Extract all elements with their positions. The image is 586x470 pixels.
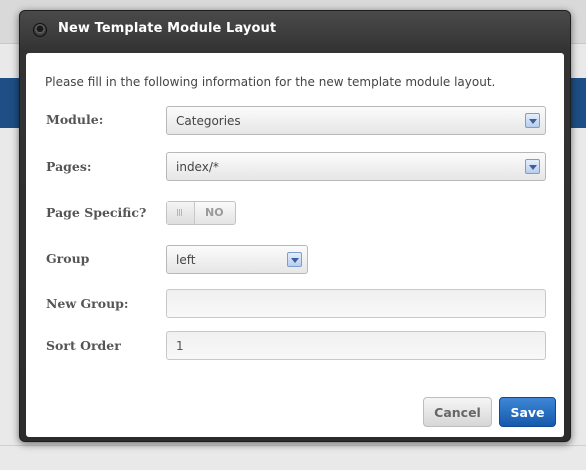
chevron-down-icon[interactable] [525,113,540,128]
intro-text: Please fill in the following information… [45,75,496,89]
module-select-value: Categories [176,114,241,128]
pages-select[interactable]: index/* [166,152,546,181]
pages-select-value: index/* [176,160,219,174]
modal-dialog: New Template Module Layout Please fill i… [19,10,571,442]
module-label: Module: [46,112,104,127]
page-specific-toggle[interactable]: NO [166,201,236,225]
background-divider [0,445,586,446]
modal-body: Please fill in the following information… [26,53,564,437]
toggle-state-text: NO [205,206,224,219]
sort-order-input[interactable]: 1 [166,331,546,360]
new-group-label: New Group: [46,296,129,311]
module-select[interactable]: Categories [166,106,546,135]
toggle-grip-icon[interactable] [167,202,195,224]
chevron-down-icon[interactable] [525,159,540,174]
modal-header[interactable]: New Template Module Layout [20,11,570,49]
group-label: Group [46,251,90,266]
save-button[interactable]: Save [499,397,556,427]
group-select-value: left [176,253,196,267]
new-group-input[interactable] [166,289,546,318]
page-specific-label: Page Specific? [46,205,147,220]
pages-label: Pages: [46,159,92,174]
sort-order-label: Sort Order [46,338,121,353]
dialog-bullet-icon [33,23,47,37]
group-select[interactable]: left [166,245,308,274]
dialog-title: New Template Module Layout [58,21,277,36]
cancel-button[interactable]: Cancel [423,397,492,427]
chevron-down-icon[interactable] [287,252,302,267]
